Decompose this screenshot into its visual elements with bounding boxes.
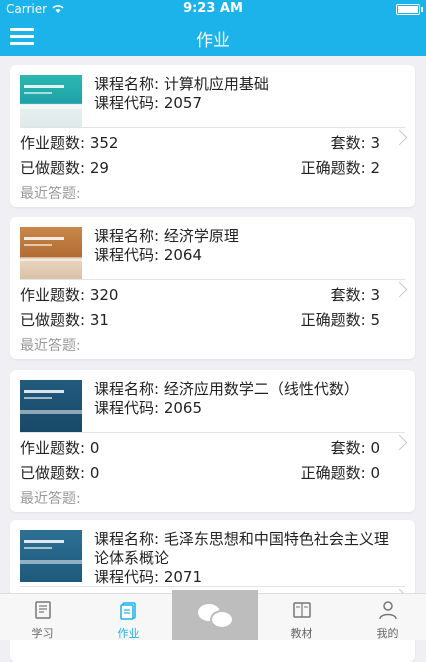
tab-bar: 学习 作业 教材 我的 (0, 590, 426, 640)
recent-answer-label: 最近答题: (20, 186, 81, 202)
course-code: 课程代码: 2057 (94, 94, 203, 112)
stats-row: 作业题数: 0 套数: 0 (20, 439, 380, 457)
correct-count: 正确题数: 5 (300, 311, 380, 329)
tab-study[interactable]: 学习 (0, 594, 85, 640)
divider (20, 432, 405, 433)
tab-profile[interactable]: 我的 (345, 594, 426, 640)
course-card[interactable]: 课程名称: 经济学原理 课程代码: 2064 作业题数: 320 套数: 3 已… (10, 217, 415, 359)
recent-answer-label: 最近答题: (20, 338, 81, 354)
total-questions-value: 0 (89, 439, 100, 457)
divider (20, 586, 405, 587)
course-name: 课程名称: 毛泽东思想和中国特色社会主义理论体系概论 (94, 530, 389, 567)
sets-count: 套数: 3 (330, 286, 380, 304)
progress-row: 已做题数: 0 正确题数: 0 (20, 464, 380, 482)
course-cover-image (20, 380, 82, 432)
chevron-right-icon[interactable] (391, 434, 408, 451)
homework-icon (120, 602, 136, 620)
page-title: 作业 (196, 31, 230, 51)
chevron-right-icon[interactable] (391, 281, 408, 298)
course-card[interactable]: 课程名称: 计算机应用基础 课程代码: 2057 作业题数: 352 套数: 3… (10, 65, 415, 207)
chevron-right-icon[interactable] (391, 129, 408, 146)
tab-wechat[interactable] (172, 590, 258, 640)
course-card[interactable]: 课程名称: 经济应用数学二（线性代数） 课程代码: 2065 作业题数: 0 套… (10, 370, 415, 512)
correct-count: 正确题数: 0 (300, 464, 380, 482)
done-count-value: 31 (89, 311, 109, 329)
correct-count: 正确题数: 2 (300, 159, 380, 177)
battery-icon (396, 4, 423, 15)
tab-homework[interactable]: 作业 (86, 594, 171, 640)
progress-row: 已做题数: 29 正确题数: 2 (20, 159, 380, 177)
total-questions-value: 352 (89, 134, 119, 152)
stats-row: 作业题数: 352 套数: 3 (20, 134, 380, 152)
book-icon (35, 601, 51, 619)
sets-count: 套数: 3 (330, 134, 380, 152)
tab-textbook[interactable]: 教材 (259, 594, 344, 640)
course-code: 课程代码: 2064 (94, 246, 203, 264)
course-cover-image (20, 530, 82, 582)
sets-count: 套数: 0 (330, 439, 380, 457)
nav-bar: 作业 (0, 18, 426, 56)
course-name: 课程名称: 计算机应用基础 (94, 75, 269, 93)
course-name: 课程名称: 经济学原理 (94, 227, 239, 245)
done-count-value: 0 (89, 464, 100, 482)
total-questions-value: 320 (89, 286, 119, 304)
status-time: 9:23 AM (183, 1, 243, 16)
status-bar: Carrier 9:23 AM (0, 0, 426, 18)
done-count-value: 29 (89, 159, 109, 177)
recent-answer-label: 最近答题: (20, 491, 81, 507)
stats-row: 作业题数: 320 套数: 3 (20, 286, 380, 304)
divider (20, 279, 405, 280)
course-code: 课程代码: 2065 (94, 399, 203, 417)
textbook-icon (293, 602, 311, 618)
course-cover-image (20, 75, 82, 127)
course-code: 课程代码: 2071 (94, 568, 203, 586)
course-name: 课程名称: 经济应用数学二（线性代数） (94, 380, 359, 398)
profile-icon (379, 601, 397, 620)
course-cover-image (20, 227, 82, 279)
progress-row: 已做题数: 31 正确题数: 5 (20, 311, 380, 329)
divider (20, 127, 405, 128)
